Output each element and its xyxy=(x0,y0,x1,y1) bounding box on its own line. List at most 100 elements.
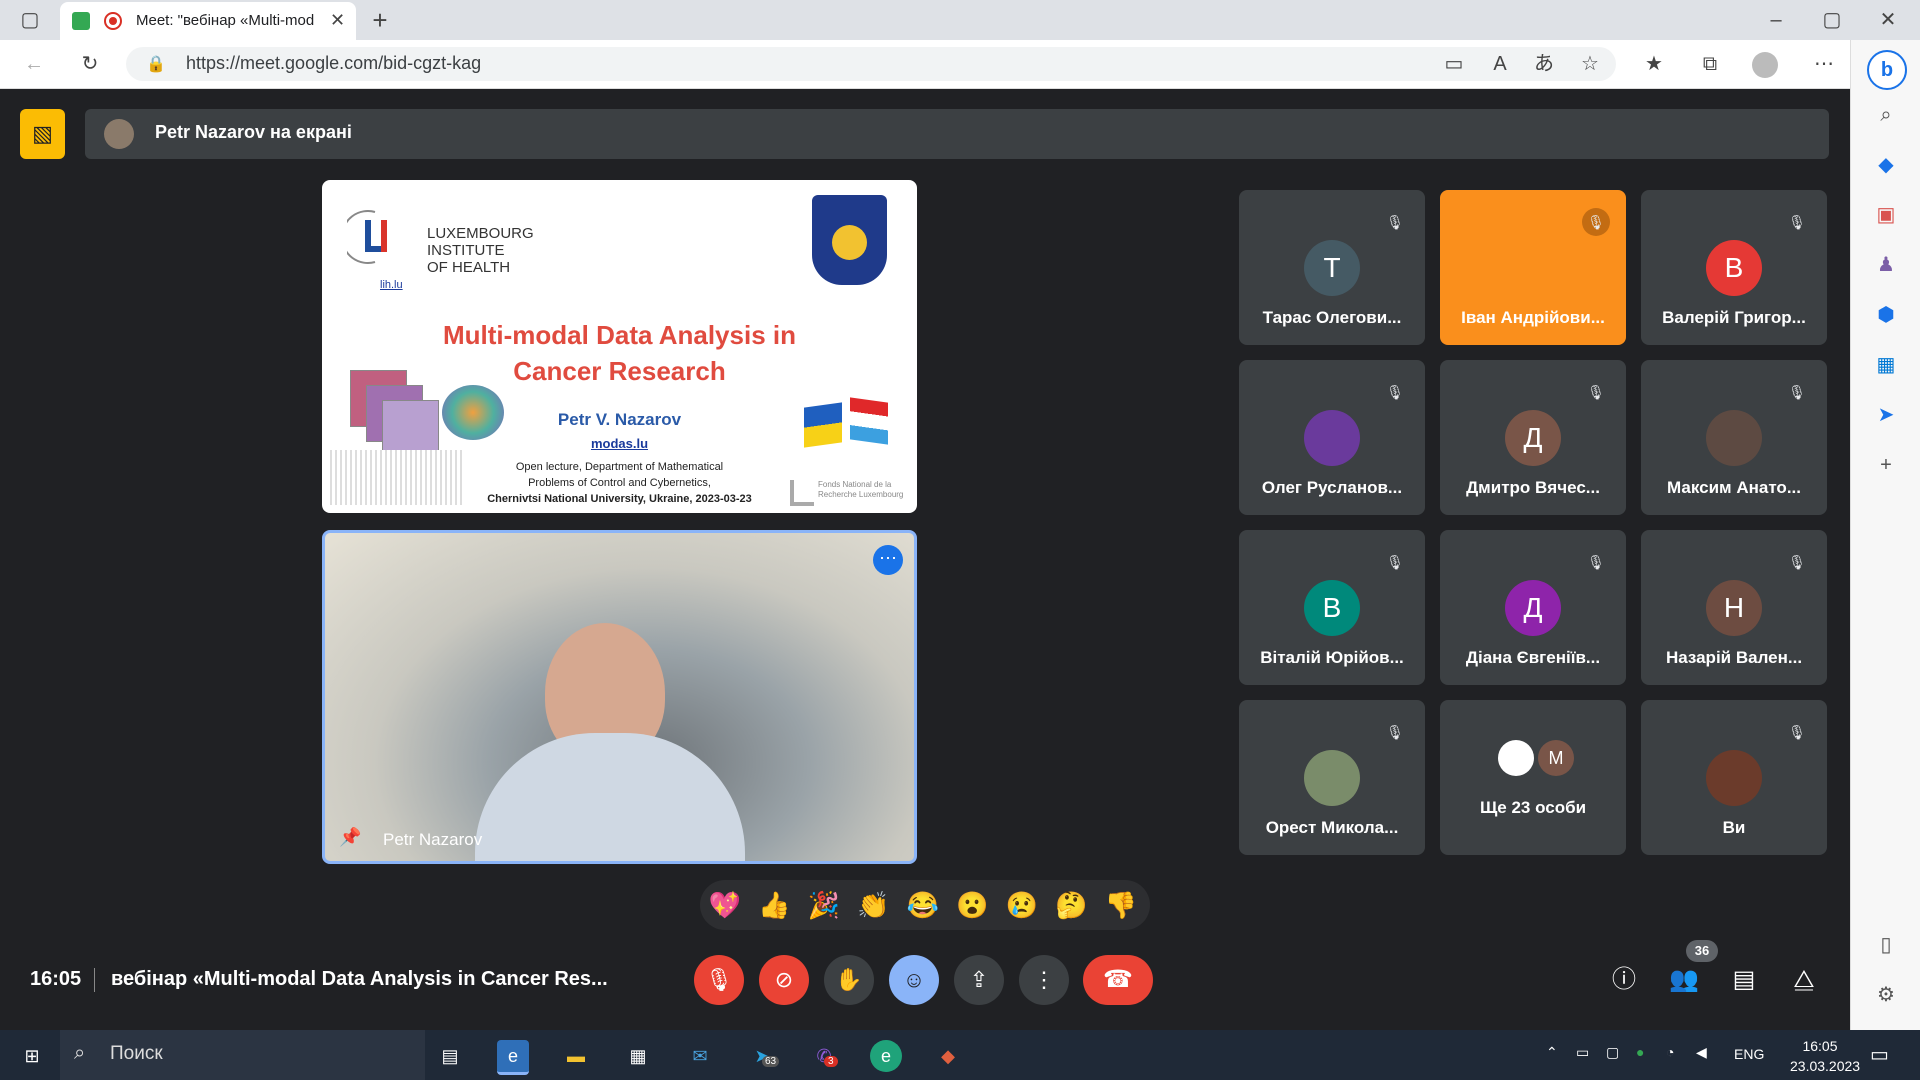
org-line: OF HEALTH xyxy=(427,259,511,276)
add-icon[interactable]: + xyxy=(1871,450,1901,480)
shopping-icon[interactable]: ◆ xyxy=(1871,150,1901,180)
present-screen-icon[interactable]: ⇪ xyxy=(954,955,1004,1005)
reaction-emoji[interactable]: 😂 xyxy=(906,888,940,922)
participant-tile[interactable]: 🎙 Н Назарій Вален... xyxy=(1641,530,1827,685)
profile-icon[interactable] xyxy=(1752,52,1778,78)
camera-icon[interactable]: ▭ xyxy=(1440,52,1468,76)
app-e-icon[interactable]: e xyxy=(870,1040,902,1072)
new-tab-icon[interactable]: + xyxy=(366,7,394,33)
reaction-emoji[interactable]: 😮 xyxy=(956,888,990,922)
reaction-emoji[interactable]: 🤔 xyxy=(1055,888,1089,922)
participant-tile[interactable]: 🎙 Олег Русланов... xyxy=(1239,360,1425,515)
org-line: LUXEMBOURG xyxy=(427,225,534,242)
participant-tile[interactable]: М Ще 23 особи xyxy=(1440,700,1626,855)
raise-hand-icon[interactable]: ✋ xyxy=(824,955,874,1005)
send-icon[interactable]: ➤ xyxy=(1871,400,1901,430)
add-favorite-icon[interactable]: ☆ xyxy=(1576,52,1604,76)
tray-chevron-icon[interactable]: ⌃ xyxy=(1546,1044,1558,1061)
reaction-emoji[interactable]: 👍 xyxy=(758,888,792,922)
wifi-icon[interactable]: ◔ xyxy=(1666,1044,1674,1060)
task-view-icon[interactable]: ▤ xyxy=(434,1040,466,1072)
meeting-title: вебінар «Multi-modal Data Analysis in Ca… xyxy=(111,968,608,990)
settings-icon[interactable]: ⚙ xyxy=(1871,980,1901,1010)
microphone-off-icon[interactable]: 🎙 xyxy=(694,955,744,1005)
taskbar-time: 16:05 xyxy=(1802,1038,1838,1054)
reaction-emoji[interactable]: 👏 xyxy=(857,888,891,922)
end-call-icon[interactable]: ☎ xyxy=(1083,955,1153,1005)
speaker-video-tile[interactable]: ⋯ 📌 Petr Nazarov xyxy=(322,530,917,864)
muted-mic-icon: 🎙 xyxy=(1587,384,1605,400)
windows-start-icon[interactable]: ⊞ xyxy=(16,1040,48,1072)
read-aloud-icon[interactable]: A xyxy=(1486,52,1514,76)
browser-tab[interactable]: Meet: "вебінар «Multi-mod ✕ xyxy=(60,2,356,40)
maximize-icon[interactable]: ▢ xyxy=(1818,8,1846,32)
camera-off-icon[interactable]: ⊘ xyxy=(759,955,809,1005)
reaction-emoji[interactable]: 🎉 xyxy=(807,888,841,922)
participant-tile[interactable]: 🎙 Іван Андрійови... xyxy=(1440,190,1626,345)
stop-presenting-icon[interactable]: ▧ xyxy=(20,109,65,159)
participant-tile[interactable]: 🎙 В Віталій Юрійов... xyxy=(1239,530,1425,685)
participant-tile[interactable]: 🎙 Орест Микола... xyxy=(1239,700,1425,855)
participant-tile[interactable]: 🎙 Д Дмитро Вячес... xyxy=(1440,360,1626,515)
file-explorer-icon[interactable]: ▬ xyxy=(560,1040,592,1072)
fnr-logo xyxy=(790,480,814,506)
luxembourg-flag-icon xyxy=(850,397,888,445)
meeting-info-icon[interactable]: ⓘ xyxy=(1606,962,1642,998)
meeting-clock: 16:05 xyxy=(30,968,82,990)
language-indicator[interactable]: ENG xyxy=(1734,1046,1764,1062)
reactions-bar: 💖 👍 🎉 👏 😂 😮 😢 🤔 👎 xyxy=(700,880,1150,930)
tab-actions-icon[interactable]: ▢ xyxy=(16,8,44,32)
search-icon[interactable]: ⌕ xyxy=(1871,100,1901,130)
store-icon[interactable]: ▦ xyxy=(622,1040,654,1072)
activities-icon[interactable]: ⧋ xyxy=(1786,962,1822,998)
back-icon[interactable]: ← xyxy=(20,52,48,76)
close-tab-icon[interactable]: ✕ xyxy=(330,10,345,31)
more-options-icon[interactable]: ⋮ xyxy=(1019,955,1069,1005)
favorites-icon[interactable]: ★ xyxy=(1640,52,1668,76)
muted-mic-icon: 🎙 xyxy=(1386,384,1404,400)
office-icon[interactable]: ⬢ xyxy=(1871,300,1901,330)
participant-tile[interactable]: 🎙 Д Діана Євгеніїв... xyxy=(1440,530,1626,685)
collections-icon[interactable]: ⧉ xyxy=(1696,52,1724,76)
refresh-icon[interactable]: ↻ xyxy=(76,52,104,76)
people-icon[interactable]: 👥 xyxy=(1666,962,1702,998)
droplet-app-icon[interactable]: ◆ xyxy=(932,1040,964,1072)
lecture-line: Open lecture, Department of Mathematical xyxy=(515,461,724,473)
edge-icon[interactable]: e xyxy=(497,1040,529,1075)
chrome-tray-icon[interactable]: ● xyxy=(1636,1044,1644,1060)
taskbar-clock[interactable]: 16:05 23.03.2023 xyxy=(1790,1036,1860,1076)
outlook-icon[interactable]: ▦ xyxy=(1871,350,1901,380)
org-line: INSTITUTE xyxy=(427,242,505,259)
chat-icon[interactable]: ▤ xyxy=(1726,962,1762,998)
reaction-emoji[interactable]: 😢 xyxy=(1005,888,1039,922)
minimize-icon[interactable]: – xyxy=(1762,8,1790,32)
participant-tile[interactable]: 🎙 Т Тарас Олегови... xyxy=(1239,190,1425,345)
more-options-icon[interactable]: ⋯ xyxy=(873,545,903,575)
notifications-icon[interactable]: ▭ xyxy=(1870,1042,1889,1067)
participant-tile[interactable]: 🎙 Максим Анато... xyxy=(1641,360,1827,515)
battery-icon[interactable]: ▭ xyxy=(1576,1044,1589,1061)
presentation-slide: LUXEMBOURG INSTITUTE OF HEALTH lih.lu Mu… xyxy=(322,180,917,513)
more-menu-icon[interactable]: ⋯ xyxy=(1810,52,1838,76)
reaction-emoji[interactable]: 👎 xyxy=(1104,888,1138,922)
bing-icon[interactable]: b xyxy=(1867,50,1907,90)
participant-name: Максим Анато... xyxy=(1667,478,1801,497)
meet-tray-icon[interactable]: ▢ xyxy=(1606,1044,1619,1061)
tools-icon[interactable]: ▣ xyxy=(1871,200,1901,230)
reaction-emoji[interactable]: 💖 xyxy=(708,888,742,922)
speaker-name: Petr Nazarov xyxy=(383,830,483,849)
mail-icon[interactable]: ✉ xyxy=(684,1040,716,1072)
games-icon[interactable]: ♟ xyxy=(1871,250,1901,280)
translate-icon[interactable]: あ xyxy=(1530,52,1558,76)
lock-icon[interactable]: 🔒 xyxy=(142,53,170,77)
close-window-icon[interactable]: ✕ xyxy=(1874,8,1902,32)
pin-icon[interactable]: 📌 xyxy=(339,827,361,848)
avatar xyxy=(1706,410,1762,466)
volume-icon[interactable]: ◀ xyxy=(1696,1044,1707,1061)
slide-title-line: Cancer Research xyxy=(513,356,726,386)
participant-tile[interactable]: 🎙 Ви xyxy=(1641,700,1827,855)
hide-sidebar-icon[interactable]: ▯ xyxy=(1871,930,1901,960)
ukraine-flag-icon xyxy=(804,402,842,448)
reactions-icon[interactable]: ☺ xyxy=(889,955,939,1005)
participant-tile[interactable]: 🎙 В Валерій Григор... xyxy=(1641,190,1827,345)
